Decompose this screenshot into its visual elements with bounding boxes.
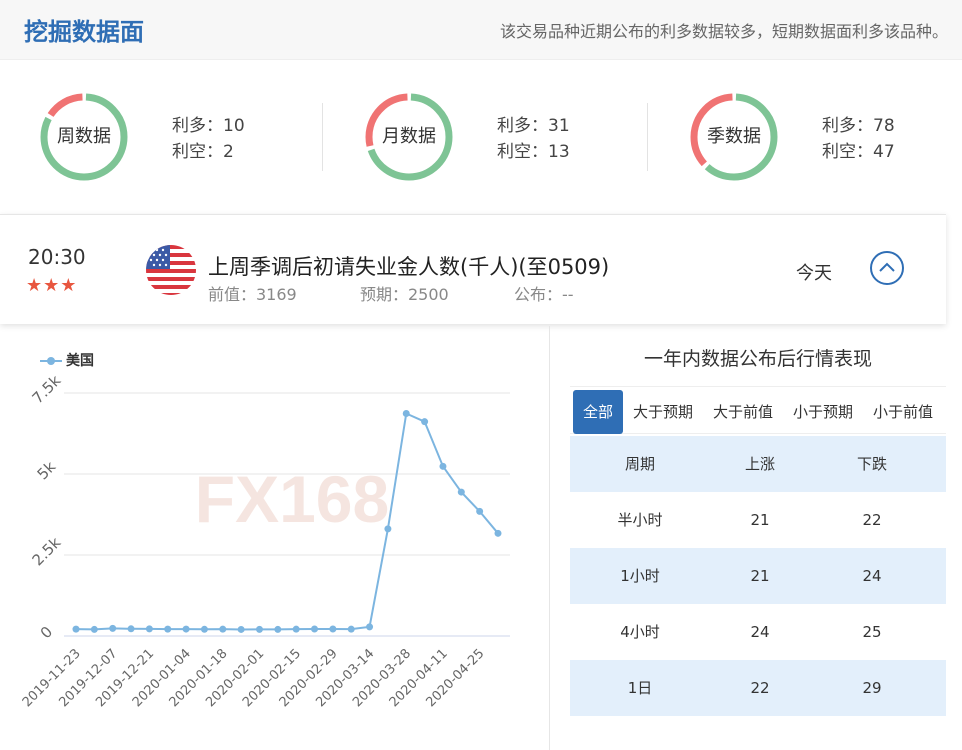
y-tick-label: 5k (34, 457, 60, 483)
data-point[interactable] (329, 625, 337, 633)
data-point[interactable] (182, 625, 190, 633)
data-point[interactable] (494, 529, 502, 537)
previous-value: 前值：3169 (208, 285, 297, 304)
divider (322, 103, 323, 171)
page-header: 挖掘数据面 该交易品种近期公布的利多数据较多，短期数据面利多该品种。 (0, 0, 962, 60)
data-point[interactable] (439, 462, 447, 470)
stat-label: 月数据 (382, 126, 436, 147)
tab-below-forecast[interactable]: 小于预期 (788, 390, 858, 434)
table-header-row: 周期 上涨 下跌 (570, 436, 946, 492)
filter-tabs: 全部 大于预期 大于前值 小于预期 小于前值 (570, 386, 946, 434)
event-title: 上周季调后初请失业金人数(千人)(至0509) (208, 255, 610, 279)
stats-section: 周数据 利多：10 利空：2 月数据 利多：31 利空：13 季数据 利多：78… (0, 61, 962, 211)
page-subtitle: 该交易品种近期公布的利多数据较多，短期数据面利多该品种。 (499, 22, 948, 41)
chevron-up-icon (879, 262, 895, 272)
history-chart: 美国 FX168 0 2.5k 5k 7.5k 2019-11-23 2019-12-07 2… (0, 326, 548, 750)
stat-label: 季数据 (707, 126, 761, 147)
data-point[interactable] (72, 625, 80, 633)
tab-all[interactable]: 全部 (573, 390, 623, 434)
column-header: 周期 (624, 455, 655, 473)
period-cell: 1日 (627, 679, 653, 697)
data-point[interactable] (347, 625, 355, 633)
event-time: 20:30 (28, 245, 86, 269)
period-cell: 半小时 (617, 511, 663, 529)
data-point[interactable] (145, 625, 153, 633)
column-header: 下跌 (856, 455, 887, 473)
data-point[interactable] (90, 625, 98, 633)
forecast-value: 预期：2500 (360, 285, 449, 304)
table-row: 半小时 21 22 (570, 492, 946, 548)
data-point[interactable] (402, 410, 410, 418)
fx168-watermark: FX168 (195, 462, 389, 536)
table-row: 1日 22 29 (570, 660, 946, 716)
performance-title: 一年内数据公布后行情表现 (643, 348, 872, 370)
collapse-toggle-button[interactable] (870, 251, 904, 285)
data-point[interactable] (255, 625, 263, 633)
tab-below-previous[interactable]: 小于前值 (868, 390, 938, 434)
performance-table: 周期 上涨 下跌 半小时 21 22 1小时 21 24 4小时 24 25 1… (570, 436, 946, 716)
event-day: 今天 (796, 263, 832, 284)
event-card[interactable]: 20:30 ★★★ 上周季调后初请失业金人数(千人)(至0509) 前值：316… (0, 214, 946, 324)
bull-count: 利多：78 (822, 116, 895, 136)
stat-weekly: 周数据 利多：10 利空：2 (38, 91, 338, 183)
table-row: 4小时 24 25 (570, 604, 946, 660)
divider (549, 326, 550, 750)
data-point[interactable] (127, 625, 135, 633)
bear-count: 利空：13 (497, 142, 570, 162)
data-point[interactable] (200, 625, 208, 633)
stat-quarterly: 季数据 利多：78 利空：47 (688, 91, 962, 183)
legend-marker-icon (40, 356, 62, 366)
data-point[interactable] (109, 624, 117, 632)
y-tick-label: 7.5k (29, 371, 65, 407)
period-cell: 1小时 (620, 567, 660, 585)
chart-legend[interactable]: 美国 (40, 350, 94, 370)
data-point[interactable] (311, 625, 319, 633)
y-tick-label: 0 (37, 623, 56, 642)
divider (647, 103, 648, 171)
down-cell: 24 (862, 567, 882, 585)
tab-above-forecast[interactable]: 大于预期 (628, 390, 698, 434)
bull-count: 利多：10 (172, 116, 245, 136)
data-point[interactable] (274, 625, 282, 633)
line-chart-svg: FX16802.5k5k7.5k2019-11-232019-12-072019… (20, 371, 510, 710)
bear-count: 利空：47 (822, 142, 895, 162)
legend-label: 美国 (66, 353, 94, 369)
page-title: 挖掘数据面 (24, 18, 144, 46)
down-cell: 22 (862, 511, 882, 529)
data-point[interactable] (421, 418, 429, 426)
data-point[interactable] (292, 625, 300, 633)
data-point[interactable] (476, 507, 484, 515)
importance-stars: ★★★ (26, 275, 78, 296)
data-point[interactable] (219, 625, 227, 633)
actual-value: 公布：-- (514, 285, 574, 304)
us-flag-icon (146, 245, 196, 295)
down-cell: 25 (862, 623, 882, 641)
bull-count: 利多：31 (497, 116, 570, 136)
tab-above-previous[interactable]: 大于前值 (708, 390, 778, 434)
data-point[interactable] (237, 625, 245, 633)
performance-panel: 一年内数据公布后行情表现 全部 大于预期 大于前值 小于预期 小于前值 周期 上… (570, 326, 946, 750)
stat-monthly: 月数据 利多：31 利空：13 (363, 91, 663, 183)
data-point[interactable] (457, 488, 465, 496)
data-point[interactable] (366, 623, 374, 631)
down-cell: 29 (862, 679, 882, 697)
data-point[interactable] (384, 525, 392, 533)
period-cell: 4小时 (620, 623, 660, 641)
data-point[interactable] (164, 625, 172, 633)
y-tick-label: 2.5k (29, 533, 65, 569)
bear-count: 利空：2 (172, 142, 234, 162)
stat-label: 周数据 (57, 126, 111, 147)
table-row: 1小时 21 24 (570, 548, 946, 604)
